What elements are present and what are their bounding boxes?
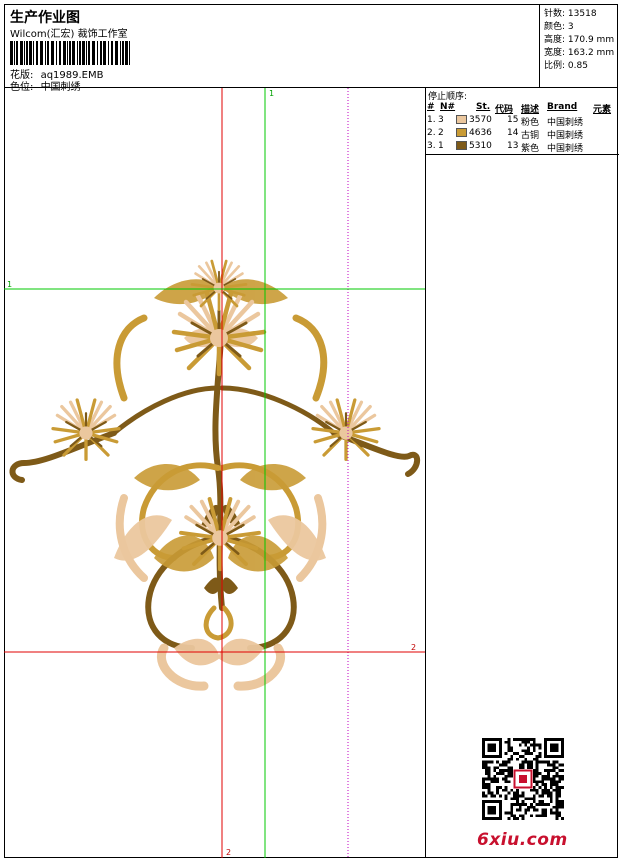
barcode-bar <box>16 41 18 65</box>
barcode-bar <box>122 41 124 65</box>
panel-divider <box>426 154 619 155</box>
table-row: 3. 1 5310 13 紫色 中国刺绣 <box>427 141 584 154</box>
stat-stitches: 针数: 13518 <box>544 9 597 19</box>
barcode-bar <box>111 41 113 65</box>
stat-scale: 比例: 0.85 <box>544 61 588 71</box>
barcode-bar <box>129 41 130 65</box>
color-swatch <box>456 128 467 137</box>
stat-width: 宽度: 163.2 mm <box>544 48 615 58</box>
barcode-bar <box>14 41 15 65</box>
barcode-bar <box>92 41 95 65</box>
table-row: 2. 2 4636 14 古铜 中国刺绣 <box>427 128 584 141</box>
company-name: Wilcom(汇宏) 裁饰工作室 <box>10 29 128 40</box>
barcode-bar <box>82 41 85 65</box>
col-header-desc: 描述 <box>521 105 540 115</box>
v-green-label: 1 <box>269 89 274 98</box>
col-header-code: 代码 <box>495 105 514 115</box>
barcode-bar <box>26 41 28 65</box>
color-swatch <box>456 141 467 150</box>
barcode-bar <box>59 41 61 65</box>
guide-lines: 1 1 2 2 <box>4 88 425 858</box>
barcode-bar <box>125 41 128 65</box>
col-header-stitch: St. <box>476 102 491 112</box>
barcode-bar <box>108 41 109 65</box>
col-header-number: N# <box>440 102 456 112</box>
stat-height: 高度: 170.9 mm <box>544 35 615 45</box>
watermark-logo: 6xiu.com <box>477 830 568 850</box>
barcode-bar <box>20 41 23 65</box>
v-red-label: 2 <box>226 848 231 857</box>
barcode-bar <box>72 41 75 65</box>
barcode-bar <box>51 41 54 65</box>
embroidery-design <box>9 259 421 691</box>
barcode-bar <box>40 41 43 65</box>
design-canvas: 1 1 2 2 <box>4 88 425 858</box>
barcode-bar <box>67 41 68 65</box>
barcode-bar <box>120 41 121 65</box>
barcode-bar <box>88 41 90 65</box>
color-swatch <box>456 115 467 124</box>
stats-panel: 针数: 13518 颜色: 3 高度: 170.9 mm 宽度: 163.2 m… <box>540 4 618 88</box>
col-header-brand: Brand <box>547 102 578 112</box>
barcode-bar <box>79 41 81 65</box>
barcode-bar <box>47 41 49 65</box>
stat-colors: 颜色: 3 <box>544 22 574 32</box>
barcode-bar <box>24 41 25 65</box>
col-header-element: 元素 <box>593 105 612 115</box>
page-title: 生产作业图 <box>10 10 80 26</box>
barcode-bar <box>36 41 38 65</box>
barcode-bar <box>97 41 98 65</box>
qr-code <box>482 738 564 820</box>
barcode-bar <box>77 41 78 65</box>
barcode-bar <box>103 41 106 65</box>
barcode-bar <box>63 41 66 65</box>
barcode-bar <box>115 41 118 65</box>
stop-order-title: 停止顺序: <box>428 92 468 102</box>
table-row: 1. 3 3570 15 粉色 中国刺绣 <box>427 115 584 128</box>
header-panel: 生产作业图 Wilcom(汇宏) 裁饰工作室 花版: aq1989.EMB 色位… <box>4 4 540 93</box>
h-green-label: 1 <box>7 280 12 289</box>
barcode-bar <box>10 41 13 65</box>
barcode-bar <box>86 41 87 65</box>
barcode <box>10 41 130 65</box>
barcode-bar <box>29 41 32 65</box>
barcode-bar <box>56 41 57 65</box>
h-red-label: 2 <box>411 643 416 652</box>
barcode-bar <box>100 41 102 65</box>
barcode-bar <box>33 41 34 65</box>
col-header-index: # <box>427 102 435 112</box>
barcode-bar <box>45 41 46 65</box>
barcode-bar <box>69 41 71 65</box>
